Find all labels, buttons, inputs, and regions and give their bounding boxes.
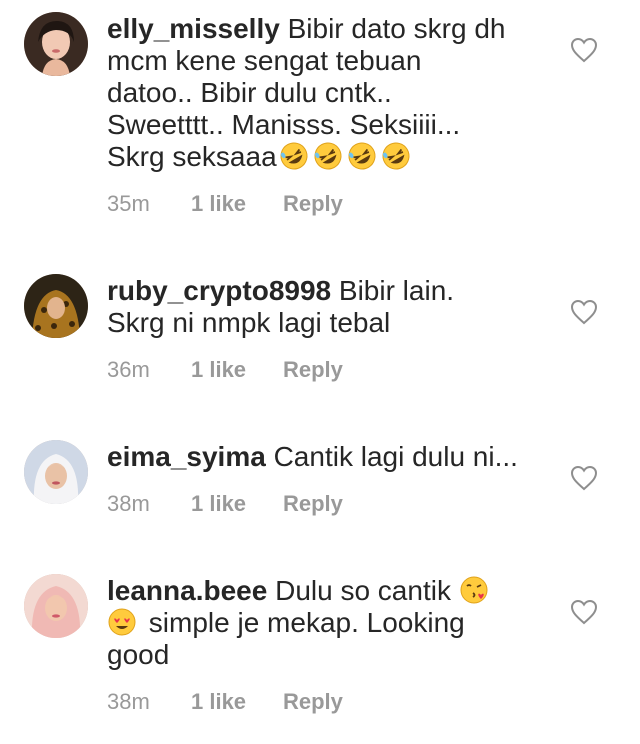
avatar[interactable] [24,274,88,338]
comment-body-line: Bibir dato skrg dh [287,13,506,44]
comment-body-line: simple je mekap. Looking [148,607,465,638]
comment-meta: 36m 1 like Reply [107,357,343,383]
like-heart-icon[interactable] [570,599,598,625]
comment-body-line: Dulu so cantik [275,575,451,606]
comment-text: ruby_crypto8998 Bibir lain. Skrg ni nmpk… [107,275,547,339]
like-heart-icon[interactable] [570,299,598,325]
comment-body-line: datoo.. Bibir dulu cntk.. [107,77,392,108]
comment-meta: 38m 1 like Reply [107,689,343,715]
comment-body-line: Skrg seksaaa [107,141,277,172]
face-blowing-kiss-emoji-icon [459,575,489,605]
comment-text: leanna.beee Dulu so cantik simple je mek… [107,575,547,671]
comment-meta: 35m 1 like Reply [107,191,343,217]
like-heart-icon[interactable] [570,37,598,63]
comment-body-line: Cantik lagi dulu ni... [273,441,518,472]
comment-username[interactable]: ruby_crypto8998 [107,275,331,306]
comment-body-line: Bibir lain. [338,275,455,306]
like-heart-icon[interactable] [570,465,598,491]
reply-button[interactable]: Reply [283,191,343,217]
comment-username[interactable]: leanna.beee [107,575,267,606]
comment-meta: 38m 1 like Reply [107,491,343,517]
like-count[interactable]: 1 like [191,191,283,217]
avatar[interactable] [24,12,88,76]
heart-eyes-emoji-icon [107,607,137,637]
reply-button[interactable]: Reply [283,357,343,383]
comment-text: elly_misselly Bibir dato skrg dh mcm ken… [107,13,547,173]
comment-time: 38m [107,491,150,516]
comment-body-line: good [107,639,170,670]
rofl-emoji-icon [279,141,309,171]
like-count[interactable]: 1 like [191,689,283,715]
like-count[interactable]: 1 like [191,357,283,383]
reply-button[interactable]: Reply [283,689,343,715]
comment-text: eima_syima Cantik lagi dulu ni... [107,441,547,473]
avatar[interactable] [24,574,88,638]
comment-time: 35m [107,191,150,216]
comment-body-line: Sweetttt.. Manisss. Seksiiii... [107,109,461,140]
comment-username[interactable]: elly_misselly [107,13,280,44]
comment-time: 38m [107,689,150,714]
comment-body-line: mcm kene sengat tebuan [107,45,422,76]
rofl-emoji-icon [347,141,377,171]
comment-body-line: Skrg ni nmpk lagi tebal [107,307,391,338]
reply-button[interactable]: Reply [283,491,343,517]
avatar[interactable] [24,440,88,504]
rofl-emoji-icon [381,141,411,171]
comment-time: 36m [107,357,150,382]
like-count[interactable]: 1 like [191,491,283,517]
rofl-emoji-icon [313,141,343,171]
comment-username[interactable]: eima_syima [107,441,266,472]
